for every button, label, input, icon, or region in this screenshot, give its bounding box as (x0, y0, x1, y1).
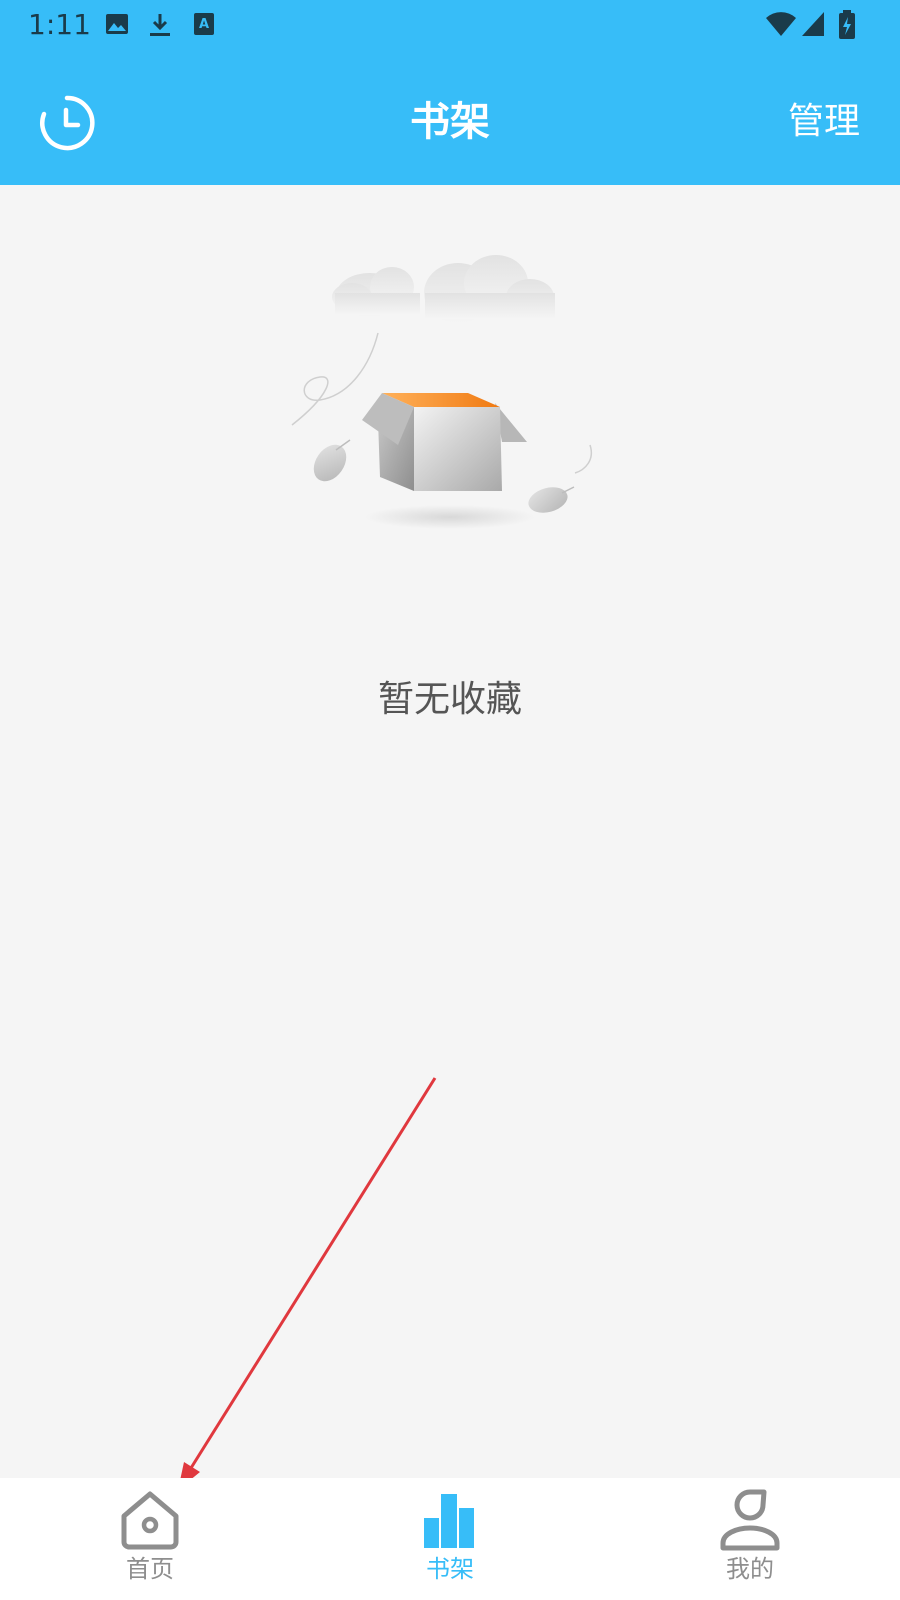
empty-box-illustration (290, 255, 610, 575)
status-time: 1:11 (28, 8, 91, 41)
bottom-navigation: 首页 书架 我的 (0, 1478, 900, 1600)
battery-charging-icon (838, 10, 856, 44)
nav-label-home: 首页 (126, 1555, 174, 1583)
header: 1:11 A 书架 管理 (0, 0, 900, 185)
nav-label-bookshelf: 书架 (426, 1555, 474, 1583)
profile-icon (720, 1489, 780, 1551)
svg-text:A: A (199, 17, 209, 32)
nav-item-bookshelf[interactable]: 书架 (300, 1478, 600, 1600)
image-icon (105, 12, 129, 40)
wifi-icon (765, 10, 797, 42)
bookshelf-screen: 1:11 A 书架 管理 暂无收藏 首页 书架 我的 (0, 0, 900, 1600)
status-bar: 1:11 A (0, 0, 900, 50)
annotation-arrow (178, 1077, 437, 1490)
nav-label-profile: 我的 (726, 1555, 774, 1583)
text-a-icon: A (193, 12, 215, 40)
page-title: 书架 (410, 99, 490, 145)
signal-icon (800, 10, 826, 42)
bookshelf-icon (424, 1494, 474, 1548)
download-icon (148, 12, 172, 42)
nav-item-home[interactable]: 首页 (0, 1478, 300, 1600)
toolbar: 书架 管理 (0, 60, 900, 185)
empty-state-text: 暂无收藏 (377, 679, 522, 720)
manage-button[interactable]: 管理 (788, 94, 860, 150)
home-icon (121, 1491, 179, 1550)
nav-item-profile[interactable]: 我的 (600, 1478, 900, 1600)
